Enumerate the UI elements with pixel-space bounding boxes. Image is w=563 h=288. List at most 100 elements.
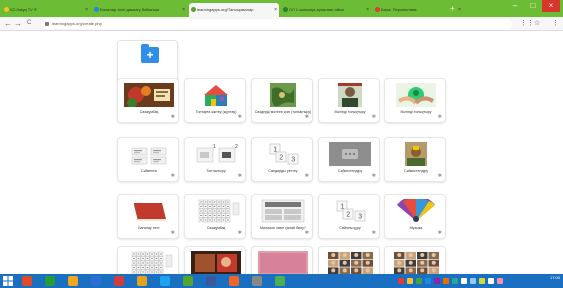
app-tile[interactable]: 1 2 3 Сандарды реттеу ✱ [251, 137, 313, 182]
tile-settings-icon[interactable]: ✱ [238, 231, 242, 236]
forward-icon[interactable]: → [14, 18, 22, 29]
svg-text:3: 3 [358, 214, 362, 221]
taskbar-app-icon[interactable] [137, 276, 147, 286]
app-tile[interactable]: Сөздерді мәтінге қою (толықтыру) ✱ [251, 78, 313, 123]
tile-thumbnail [131, 147, 167, 165]
tile-settings-icon[interactable]: ✱ [438, 231, 442, 236]
taskbar-app-icon[interactable] [275, 276, 285, 286]
add-app-button[interactable]: + [117, 40, 178, 83]
app-tile[interactable]: Топтарға жіктеу (жұптау) ✱ [184, 78, 246, 123]
address-bar[interactable]: learningapps.org/create.php [42, 19, 512, 29]
maximize-icon[interactable]: □ [524, 0, 542, 12]
tile-thumbnail: 12 [196, 144, 238, 163]
tile-label: Сөйлем құру [339, 226, 361, 230]
tab-close-icon[interactable]: × [182, 3, 185, 17]
tab-close-icon[interactable]: × [458, 3, 461, 17]
browser-tab[interactable]: learningapps.org/Тапсырмалар × [189, 3, 279, 17]
tab-title: ОЛ 1 сыныпқа арналған ойын [289, 7, 345, 12]
bookmark-star-icon[interactable]: ☆ [534, 18, 540, 29]
tile-settings-icon[interactable]: ✱ [238, 115, 242, 120]
app-tile[interactable]: 1 2 3 Сөйлем құру ✱ [318, 194, 380, 239]
tile-settings-icon[interactable]: ✱ [171, 115, 175, 120]
tile-thumbnail [397, 199, 435, 222]
tile-settings-icon[interactable]: ✱ [305, 174, 309, 179]
app-tile[interactable]: Музыка ✱ [384, 194, 446, 239]
taskbar-app-icon[interactable] [206, 276, 216, 286]
windows-start-icon[interactable] [3, 276, 13, 286]
back-icon[interactable]: ← [4, 18, 12, 29]
minimize-icon[interactable]: – [506, 0, 524, 12]
tile-settings-icon[interactable]: ✱ [372, 231, 376, 236]
tile-label: Топтарға жіктеу (жұптау) [195, 110, 237, 114]
tile-settings-icon[interactable]: ✱ [171, 174, 175, 179]
menu-icon[interactable]: ⋮ [552, 18, 559, 29]
tray-icon[interactable] [407, 278, 413, 284]
tile-thumbnail [258, 251, 308, 275]
app-tile[interactable]: Сәйкестік ✱ [117, 137, 179, 182]
tile-settings-icon[interactable]: ✱ [372, 115, 376, 120]
tile-settings-icon[interactable]: ✱ [171, 231, 175, 236]
close-window-icon[interactable]: × [542, 0, 560, 12]
tab-close-icon[interactable]: × [85, 3, 88, 17]
app-gallery: + Сөзжұмбақ ✱ Топтарға жіктеу (жұптау) ✱ Сөз… [0, 32, 563, 288]
browser-tab[interactable]: ОЛ 1 сыныпқа арналған ойын × [281, 3, 371, 17]
tray-icon[interactable] [479, 278, 485, 284]
tray-icon[interactable] [398, 278, 404, 284]
tile-settings-icon[interactable]: ✱ [372, 174, 376, 179]
windows-taskbar: 17:00 [0, 274, 563, 288]
taskbar-app-icon[interactable] [91, 276, 101, 286]
tile-settings-icon[interactable]: ✱ [438, 115, 442, 120]
tab-close-icon[interactable]: × [274, 3, 277, 17]
tray-icon[interactable] [488, 278, 494, 284]
new-tab-button[interactable]: + [450, 3, 455, 15]
tray-icon[interactable] [452, 278, 458, 284]
tile-settings-icon[interactable]: ✱ [305, 115, 309, 120]
tile-label: Сөздерді мәтінге қою (толықтыру) [254, 110, 312, 114]
tile-label: Миллион кімге қалай бөлу? [260, 226, 306, 230]
app-tile[interactable]: 1 2 Топтастыру ✱ [184, 137, 246, 182]
taskbar-app-icon[interactable] [229, 276, 239, 286]
reload-icon[interactable]: C [27, 18, 31, 29]
app-tile[interactable]: Миллион кімге қалай бөлу? ✱ [251, 194, 313, 239]
tab-close-icon[interactable]: × [366, 3, 369, 17]
tile-label: Мәтінді толықтыру [400, 110, 432, 114]
browser-tab[interactable]: KZ-Halyq TV ® × [2, 3, 90, 17]
browser-window: KZ-Halyq TV ® × Балалар тілін дамыту бойын… [0, 0, 563, 288]
taskbar-app-icon[interactable] [22, 276, 32, 286]
tile-label: Сәйкестендіру [337, 169, 363, 173]
tray-icon[interactable] [416, 278, 422, 284]
tile-thumbnail [191, 251, 241, 275]
tile-settings-icon[interactable]: ✱ [438, 174, 442, 179]
tray-icon[interactable] [443, 278, 449, 284]
tile-thumbnail [329, 142, 371, 166]
app-tile[interactable]: Сәйкестендіру ✱ [318, 137, 380, 182]
app-tile[interactable]: Мәтінді толықтыру ✱ [384, 78, 446, 123]
tile-settings-icon[interactable]: ✱ [305, 231, 309, 236]
tile-settings-icon[interactable]: ✱ [238, 174, 242, 179]
taskbar-app-icon[interactable] [183, 276, 193, 286]
taskbar-app-icon[interactable] [45, 276, 55, 286]
tab-favicon-icon [94, 7, 99, 12]
browser-tab[interactable]: Балалар тілін дамыту бойынша × [92, 3, 187, 17]
tile-label: Сөзжұмбақ [139, 110, 159, 114]
tile-label: Мәтінді толықтыру [334, 110, 366, 114]
taskbar-app-icon[interactable] [160, 276, 170, 286]
tray-icon[interactable] [425, 278, 431, 284]
app-tile[interactable]: Сөзжұмбақ ✱ [117, 78, 179, 123]
svg-text:1: 1 [213, 144, 216, 150]
apps-icon[interactable]: ⋮⋮ [520, 18, 534, 29]
tile-label: Бағалау тест [138, 226, 160, 230]
app-tile[interactable]: Мәтінді толықтыру ✱ [318, 78, 380, 123]
tray-icon[interactable] [434, 278, 440, 284]
taskbar-app-icon[interactable] [252, 276, 262, 286]
tray-icon[interactable] [497, 278, 503, 284]
app-tile[interactable]: Бағалау тест ✱ [117, 194, 179, 239]
svg-text:2: 2 [279, 155, 283, 162]
taskbar-app-icon[interactable] [114, 276, 124, 286]
tray-icon[interactable] [461, 278, 467, 284]
taskbar-app-icon[interactable] [68, 276, 78, 286]
tray-icon[interactable] [470, 278, 476, 284]
app-tile[interactable]: Сәйкестендіру ✱ [384, 137, 446, 182]
tile-thumbnail [396, 83, 436, 107]
app-tile[interactable]: Сөзжұмбақ ✱ [184, 194, 246, 239]
